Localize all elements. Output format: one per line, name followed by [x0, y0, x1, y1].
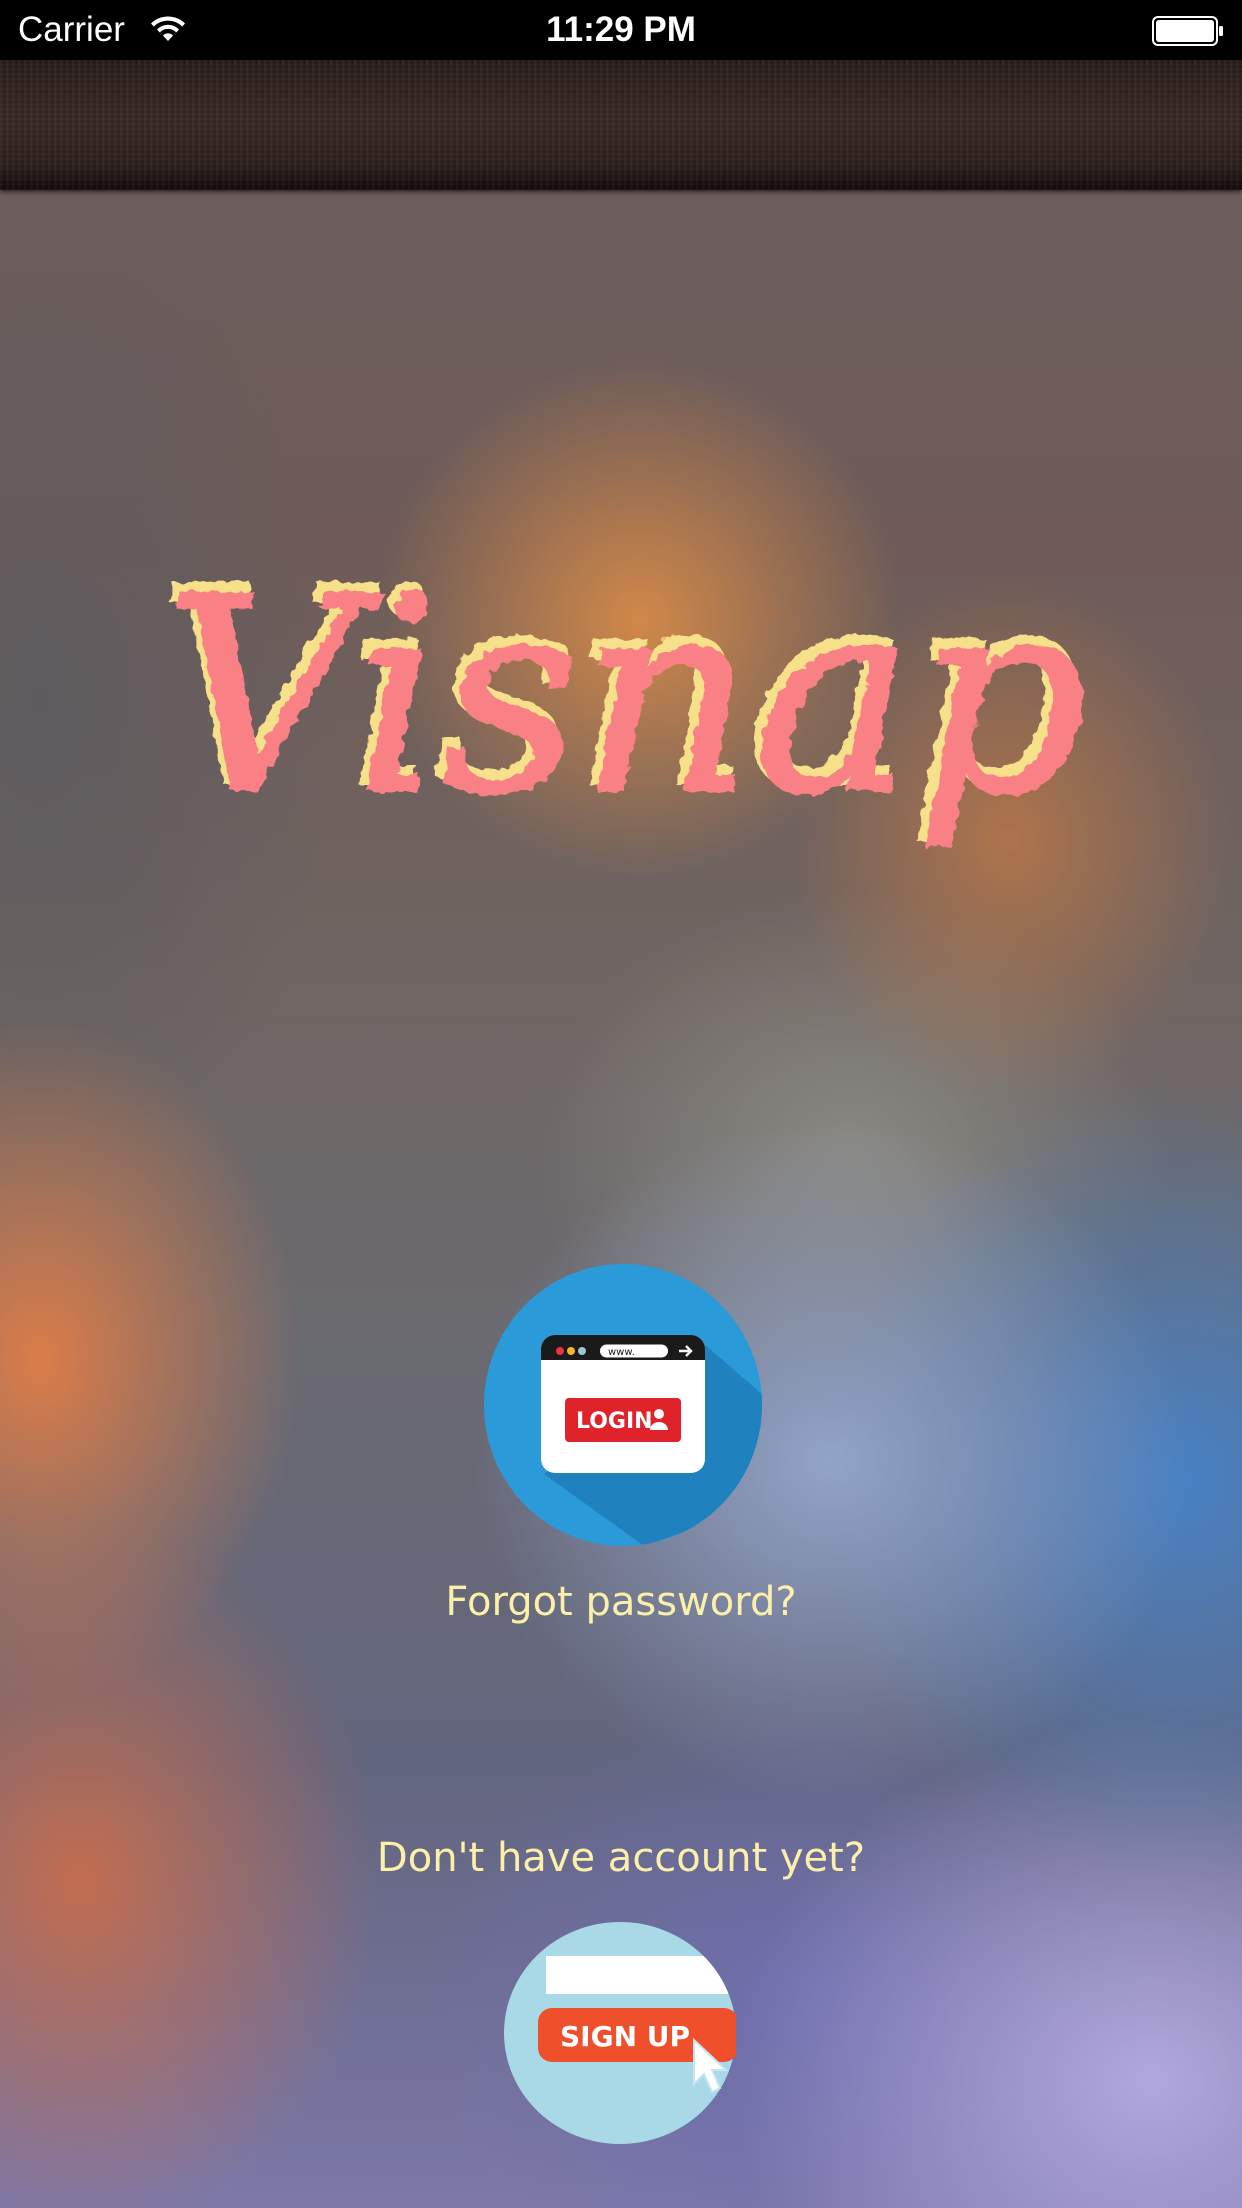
browser-url-text: www. [608, 1347, 635, 1358]
login-label: LOGIN [576, 1409, 653, 1434]
status-time: 11:29 PM [546, 10, 696, 49]
app-logo: Visnap Visnap [156, 530, 1089, 856]
battery-full-icon [1152, 16, 1223, 46]
login-button[interactable]: www. LOGIN [484, 1264, 762, 1546]
browser-login-icon: www. LOGIN [541, 1335, 705, 1473]
navigation-bar [0, 60, 1242, 190]
signup-label: SIGN UP [560, 2020, 690, 2053]
status-bar: Carrier 11:29 PM [0, 0, 1242, 60]
signup-prompt: Don't have account yet? [376, 1835, 866, 1881]
app-logo-text: Visnap [165, 539, 1088, 854]
signup-button[interactable]: SIGN UP [504, 1922, 736, 2144]
forgot-password-link[interactable]: Forgot password? [0, 1576, 1242, 1628]
